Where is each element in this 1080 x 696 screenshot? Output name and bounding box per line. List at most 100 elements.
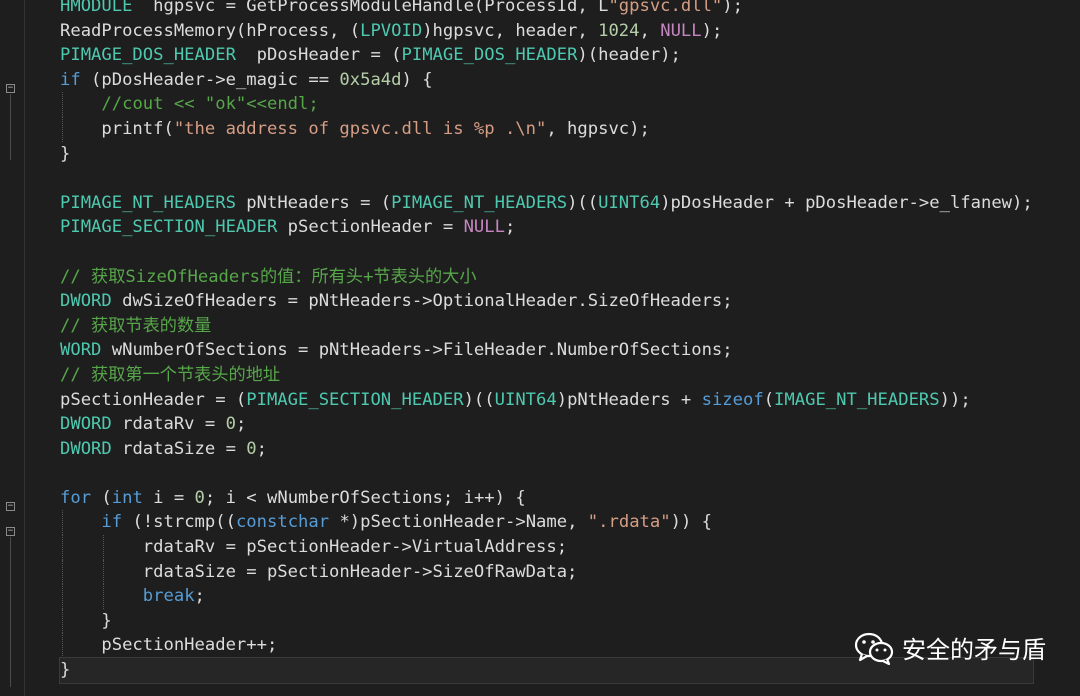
code-token: i = <box>142 487 195 508</box>
code-token: char <box>287 512 330 533</box>
code-token: // 获取节表的数量 <box>60 315 212 336</box>
code-token: PIMAGE_NT_HEADERS <box>60 192 236 213</box>
code-token: 0 <box>194 487 205 508</box>
code-token: } <box>60 610 112 631</box>
code-line[interactable]: // 获取第一个节表头的地址 <box>60 363 1033 388</box>
indent-guide <box>62 535 63 560</box>
code-token: int <box>111 487 143 508</box>
code-token: IMAGE_NT_HEADERS <box>774 389 940 410</box>
code-token: dwSizeOfHeaders = pNtHeaders->OptionalHe… <box>111 291 733 312</box>
code-token: PIMAGE_NT_HEADERS <box>391 192 568 213</box>
code-token: 1024 <box>598 20 640 41</box>
code-token: UINT64 <box>494 389 557 410</box>
code-editor[interactable]: HMODULE hgpsvc = GetProcessModuleHandle(… <box>59 0 1034 684</box>
code-token: hgpsvc = GetProcessModuleHandle(ProcessI… <box>132 0 609 16</box>
code-token: ( <box>763 389 775 410</box>
indent-guide <box>103 559 105 585</box>
code-token: rdataSize = <box>111 438 247 459</box>
code-token: )(header); <box>577 45 681 66</box>
code-token: ; i < wNumberOfSections; i++) { <box>204 487 526 508</box>
code-line[interactable]: printf("the address of gpsvc.dll is %p .… <box>60 116 1033 142</box>
code-line[interactable] <box>60 461 1033 486</box>
code-line[interactable]: DWORD rdataSize = 0; <box>60 437 1033 462</box>
code-token: ; <box>235 414 247 435</box>
code-line[interactable]: // 获取SizeOfHeaders的值：所有头+节表头的大小 <box>60 265 1033 290</box>
code-token: pSectionHeader = ( <box>60 389 247 410</box>
code-token: for <box>60 487 92 508</box>
code-token: if <box>60 69 81 90</box>
code-token: )(( <box>567 192 599 213</box>
code-token: , hgpsvc); <box>546 118 650 139</box>
code-token: HMODULE <box>60 0 133 16</box>
code-line[interactable]: PIMAGE_NT_HEADERS pNtHeaders = (PIMAGE_N… <box>60 191 1033 216</box>
code-token: DWORD <box>60 438 112 459</box>
code-token: PIMAGE_SECTION_HEADER <box>60 217 278 238</box>
fold-toggle-inner-if[interactable]: − <box>6 527 15 536</box>
code-token: , <box>639 20 661 41</box>
code-token: // 获取SizeOfHeaders的值：所有头+节表头的大小 <box>60 266 477 287</box>
code-token: // 获取第一个节表头的地址 <box>60 364 281 385</box>
indent-guide <box>62 633 63 659</box>
code-line[interactable]: if (!strcmp((constchar *)pSectionHeader-… <box>60 510 1033 536</box>
code-token: ; <box>504 217 516 238</box>
code-token: (!strcmp(( <box>122 512 236 533</box>
code-token: ); <box>701 20 723 41</box>
code-token: pNtHeaders = ( <box>235 192 392 213</box>
code-token: if <box>101 512 123 533</box>
code-token: "the address of gpsvc.dll is %p .\n" <box>173 118 547 139</box>
code-token: )pNtHeaders + <box>556 389 702 410</box>
code-token: pSectionHeader = <box>277 217 464 238</box>
code-token: NULL <box>463 217 505 238</box>
code-token: 0 <box>225 414 236 435</box>
code-line[interactable]: rdataSize = pSectionHeader->SizeOfRawDat… <box>60 559 1033 585</box>
code-line[interactable]: //cout << "ok"<<endl; <box>60 92 1033 117</box>
code-line[interactable] <box>60 166 1033 191</box>
indent-guide <box>62 584 63 609</box>
code-line[interactable]: } <box>60 142 1033 167</box>
code-token: )) { <box>670 512 712 533</box>
code-line[interactable]: // 获取节表的数量 <box>60 314 1033 339</box>
indent-guide <box>103 584 105 609</box>
code-line[interactable]: pSectionHeader = (PIMAGE_SECTION_HEADER)… <box>60 388 1033 413</box>
code-token: *)pSectionHeader->Name, <box>329 512 588 533</box>
code-line[interactable]: HMODULE hgpsvc = GetProcessModuleHandle(… <box>60 0 1033 19</box>
code-token: ( <box>91 487 112 508</box>
code-token: "gpsvc.dll" <box>608 0 723 16</box>
indent-guide <box>62 559 63 585</box>
watermark-text: 安全的矛与盾 <box>902 636 1046 664</box>
code-token: )); <box>939 389 971 410</box>
indent-guide <box>62 608 63 634</box>
code-line[interactable]: DWORD dwSizeOfHeaders = pNtHeaders->Opti… <box>60 289 1033 314</box>
code-line[interactable]: break; <box>60 584 1033 609</box>
code-line[interactable]: rdataRv = pSectionHeader->VirtualAddress… <box>60 535 1033 560</box>
code-token: )(( <box>463 389 495 410</box>
code-token: pSectionHeader++; <box>60 635 278 656</box>
code-line[interactable] <box>60 240 1033 265</box>
code-token: rdataSize = pSectionHeader->SizeOfRawDat… <box>60 561 578 582</box>
code-line[interactable]: PIMAGE_DOS_HEADER pDosHeader = (PIMAGE_D… <box>60 43 1033 68</box>
fold-toggle-if[interactable]: − <box>6 84 15 93</box>
code-token: 0 <box>246 438 257 459</box>
code-token: ReadProcessMemory(hProcess, ( <box>60 20 361 41</box>
indent-guide <box>62 510 63 536</box>
code-token: PIMAGE_DOS_HEADER <box>60 45 236 66</box>
fold-toggle-for[interactable]: − <box>6 502 15 511</box>
code-line[interactable]: ReadProcessMemory(hProcess, (LPVOID)hgps… <box>60 19 1033 44</box>
code-line[interactable]: if (pDosHeader->e_magic == 0x5a4d) { <box>60 68 1033 93</box>
code-token: ; <box>256 438 267 459</box>
code-line[interactable]: for (int i = 0; i < wNumberOfSections; i… <box>60 486 1033 511</box>
code-token: const <box>235 512 288 533</box>
code-token: PIMAGE_DOS_HEADER <box>401 45 578 66</box>
code-token: NULL <box>660 20 702 41</box>
editor-gutter: − − − <box>0 0 25 696</box>
code-line[interactable]: PIMAGE_SECTION_HEADER pSectionHeader = N… <box>60 215 1033 240</box>
code-token: printf( <box>60 118 174 139</box>
code-token: wNumberOfSections = pNtHeaders->FileHead… <box>101 340 733 361</box>
code-line[interactable]: WORD wNumberOfSections = pNtHeaders->Fil… <box>60 338 1033 363</box>
watermark: 安全的矛与盾 <box>854 630 1046 665</box>
code-token: //cout << "ok"<<endl; <box>101 94 319 115</box>
code-line[interactable]: DWORD rdataRv = 0; <box>60 412 1033 437</box>
code-token: LPVOID <box>360 20 423 41</box>
